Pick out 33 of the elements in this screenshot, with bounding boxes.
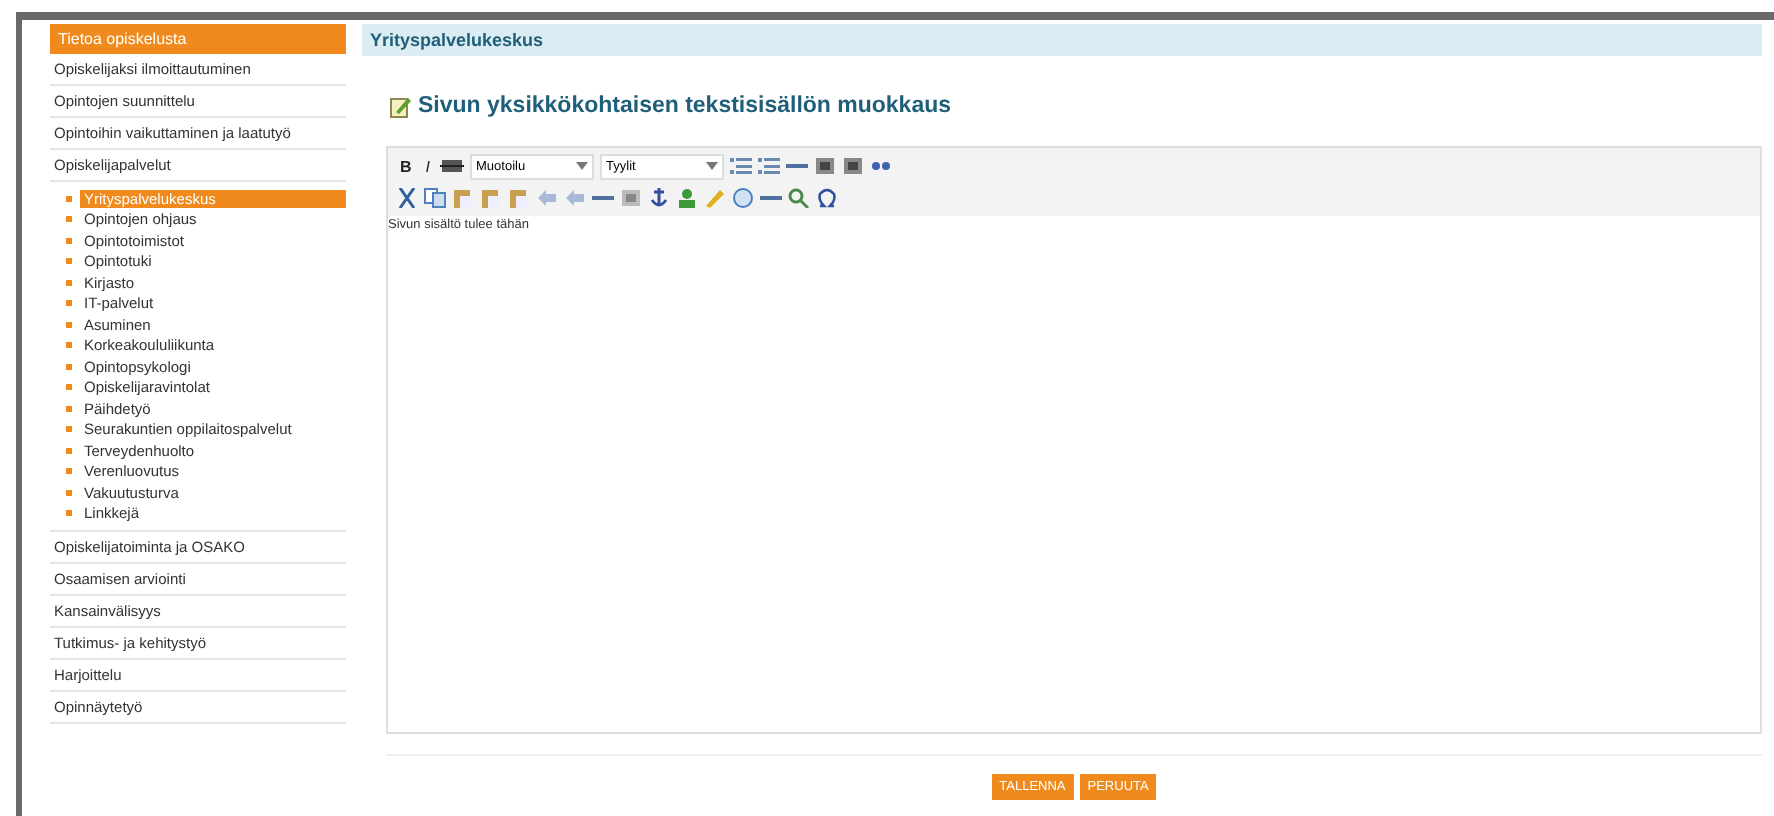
caret-icon[interactable] [576,162,589,170]
bullet-icon [66,510,72,516]
page-heading: Sivun yksikkökohtaisen tekstisisällön muokkaus [418,94,952,118]
section-header: Yrityspalvelukeskus [362,24,1762,56]
edit-icon [390,95,412,117]
person-icon[interactable] [676,188,698,208]
bullet-icon [66,468,72,474]
bullet-icon [66,384,72,390]
format-button[interactable]: I [421,157,435,175]
bullet-icon [66,426,72,432]
bullet-icon [66,258,72,264]
bullet-icon [66,279,72,285]
copy-icon[interactable] [424,188,446,208]
search-icon[interactable] [788,188,810,208]
list-icon[interactable] [730,156,753,176]
list-icon[interactable] [758,156,781,176]
strikethrough-icon [440,156,465,176]
bullet-icon [66,489,72,495]
caret-icon[interactable] [706,162,719,170]
globe-icon[interactable] [732,188,754,208]
bullet-icon [66,342,72,348]
bullet-icon [66,447,72,453]
bullet-icon [66,216,72,222]
bullet-icon [66,300,72,306]
bullet-icon [66,363,72,369]
format-button[interactable]: B [396,157,416,175]
omega-icon[interactable] [816,188,838,208]
bullet-icon [66,321,72,327]
bullet-icon [66,237,72,243]
bullet-icon [66,195,72,201]
bullet-icon [66,405,72,411]
cut-icon[interactable] [396,188,418,208]
anchor-icon[interactable] [648,188,670,208]
